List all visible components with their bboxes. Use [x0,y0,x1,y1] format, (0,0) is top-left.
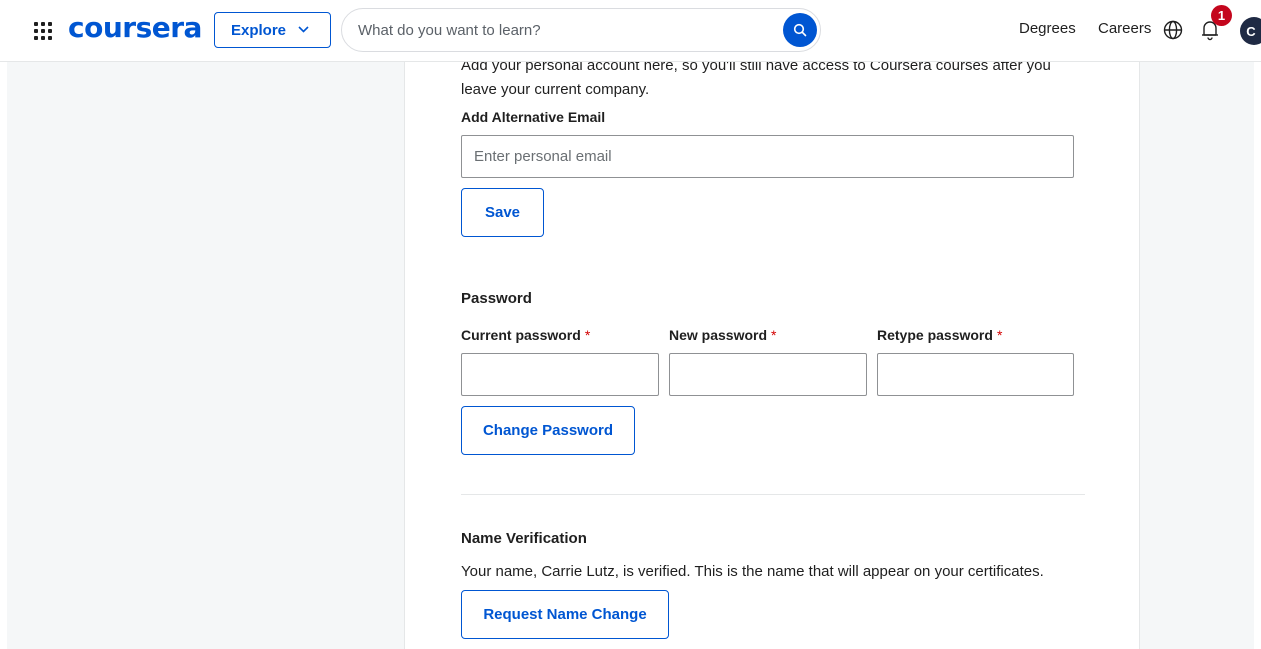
top-header: coursera Explore Degrees Careers 1 C [0,0,1261,62]
search-bar [341,8,821,52]
avatar[interactable]: C [1240,17,1261,45]
current-password-label: Current password * [461,327,590,343]
name-verification-title: Name Verification [461,530,587,547]
explore-button[interactable]: Explore [214,12,331,48]
notification-badge: 1 [1211,5,1232,26]
globe-icon[interactable] [1163,20,1183,40]
nav-careers-link[interactable]: Careers [1098,20,1151,37]
password-section-title: Password [461,290,532,307]
required-mark: * [584,327,591,343]
new-password-label-text: New password [669,327,768,343]
coursera-logo[interactable]: coursera [68,10,202,46]
required-mark: * [771,327,777,343]
account-settings-card: Add your personal account here, so you'l… [404,57,1140,649]
right-panel [1254,62,1261,649]
retype-password-label-text: Retype password [877,327,993,343]
request-name-change-button[interactable]: Request Name Change [461,590,669,639]
current-password-input[interactable] [461,353,659,396]
search-input[interactable] [358,9,778,51]
retype-password-input[interactable] [877,353,1074,396]
new-password-input[interactable] [669,353,867,396]
apps-grid-icon[interactable] [34,22,52,40]
new-password-label: New password * [669,327,776,343]
chevron-down-icon [298,24,309,36]
section-divider [461,494,1085,495]
nav-degrees-link[interactable]: Degrees [1019,20,1076,37]
search-icon [793,23,807,37]
save-button[interactable]: Save [461,188,544,237]
alt-email-description-line2: leave your current company. [461,81,650,98]
change-password-button[interactable]: Change Password [461,406,635,455]
search-button[interactable] [783,13,817,47]
current-password-label-text: Current password [461,327,581,343]
explore-label: Explore [231,21,287,39]
name-verification-description: Your name, Carrie Lutz, is verified. Thi… [461,563,1044,580]
left-panel [0,62,7,649]
alt-email-input[interactable] [461,135,1074,178]
retype-password-label: Retype password * [877,327,1002,343]
alt-email-label: Add Alternative Email [461,109,606,125]
required-mark: * [996,327,1003,343]
